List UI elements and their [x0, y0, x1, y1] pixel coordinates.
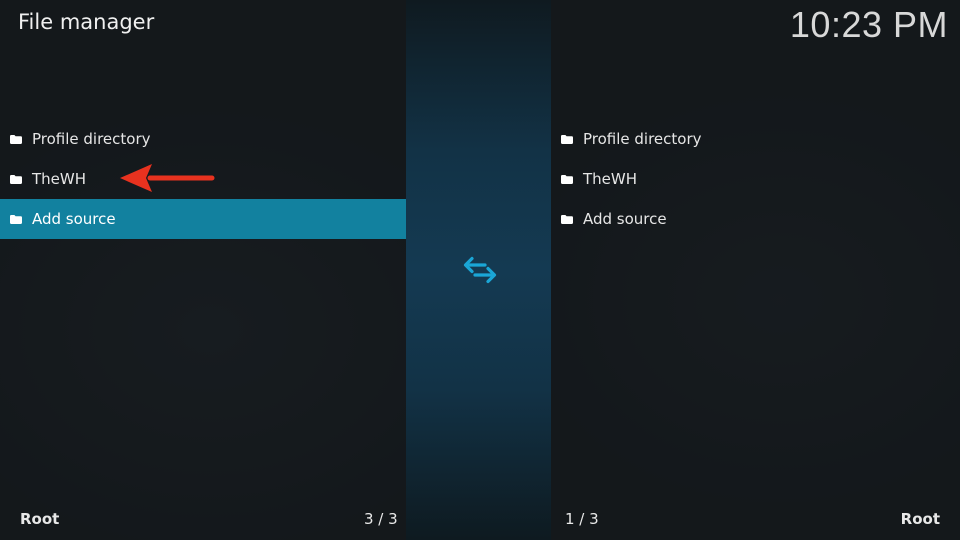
- list-item-label: Add source: [32, 210, 116, 228]
- right-footer-count: 1 / 3: [565, 510, 599, 528]
- right-pane: [551, 0, 960, 540]
- list-item-profile-directory[interactable]: Profile directory: [551, 119, 960, 159]
- list-item-label: Add source: [583, 210, 667, 228]
- list-item-label: TheWH: [583, 170, 638, 188]
- page-title: File manager: [18, 10, 155, 34]
- folder-icon: [10, 134, 22, 144]
- folder-icon: [10, 214, 22, 224]
- clock: 10:23 PM: [789, 4, 948, 45]
- swap-arrows-icon[interactable]: [463, 255, 497, 285]
- list-item-add-source[interactable]: Add source: [0, 199, 406, 239]
- folder-icon: [561, 174, 573, 184]
- list-item-profile-directory[interactable]: Profile directory: [0, 119, 406, 159]
- list-item-label: Profile directory: [583, 130, 702, 148]
- right-footer-path: Root: [900, 510, 940, 528]
- list-item-add-source[interactable]: Add source: [551, 199, 960, 239]
- left-footer-count: 3 / 3: [364, 510, 398, 528]
- list-item-label: TheWH: [32, 170, 87, 188]
- red-arrow-icon: [120, 164, 215, 192]
- list-item-thewh[interactable]: TheWH: [551, 159, 960, 199]
- list-item-label: Profile directory: [32, 130, 151, 148]
- folder-icon: [561, 214, 573, 224]
- left-pane: [0, 0, 406, 540]
- right-file-list: Profile directory TheWH Add source: [551, 119, 960, 239]
- folder-icon: [561, 134, 573, 144]
- folder-icon: [10, 174, 22, 184]
- left-footer-path: Root: [20, 510, 60, 528]
